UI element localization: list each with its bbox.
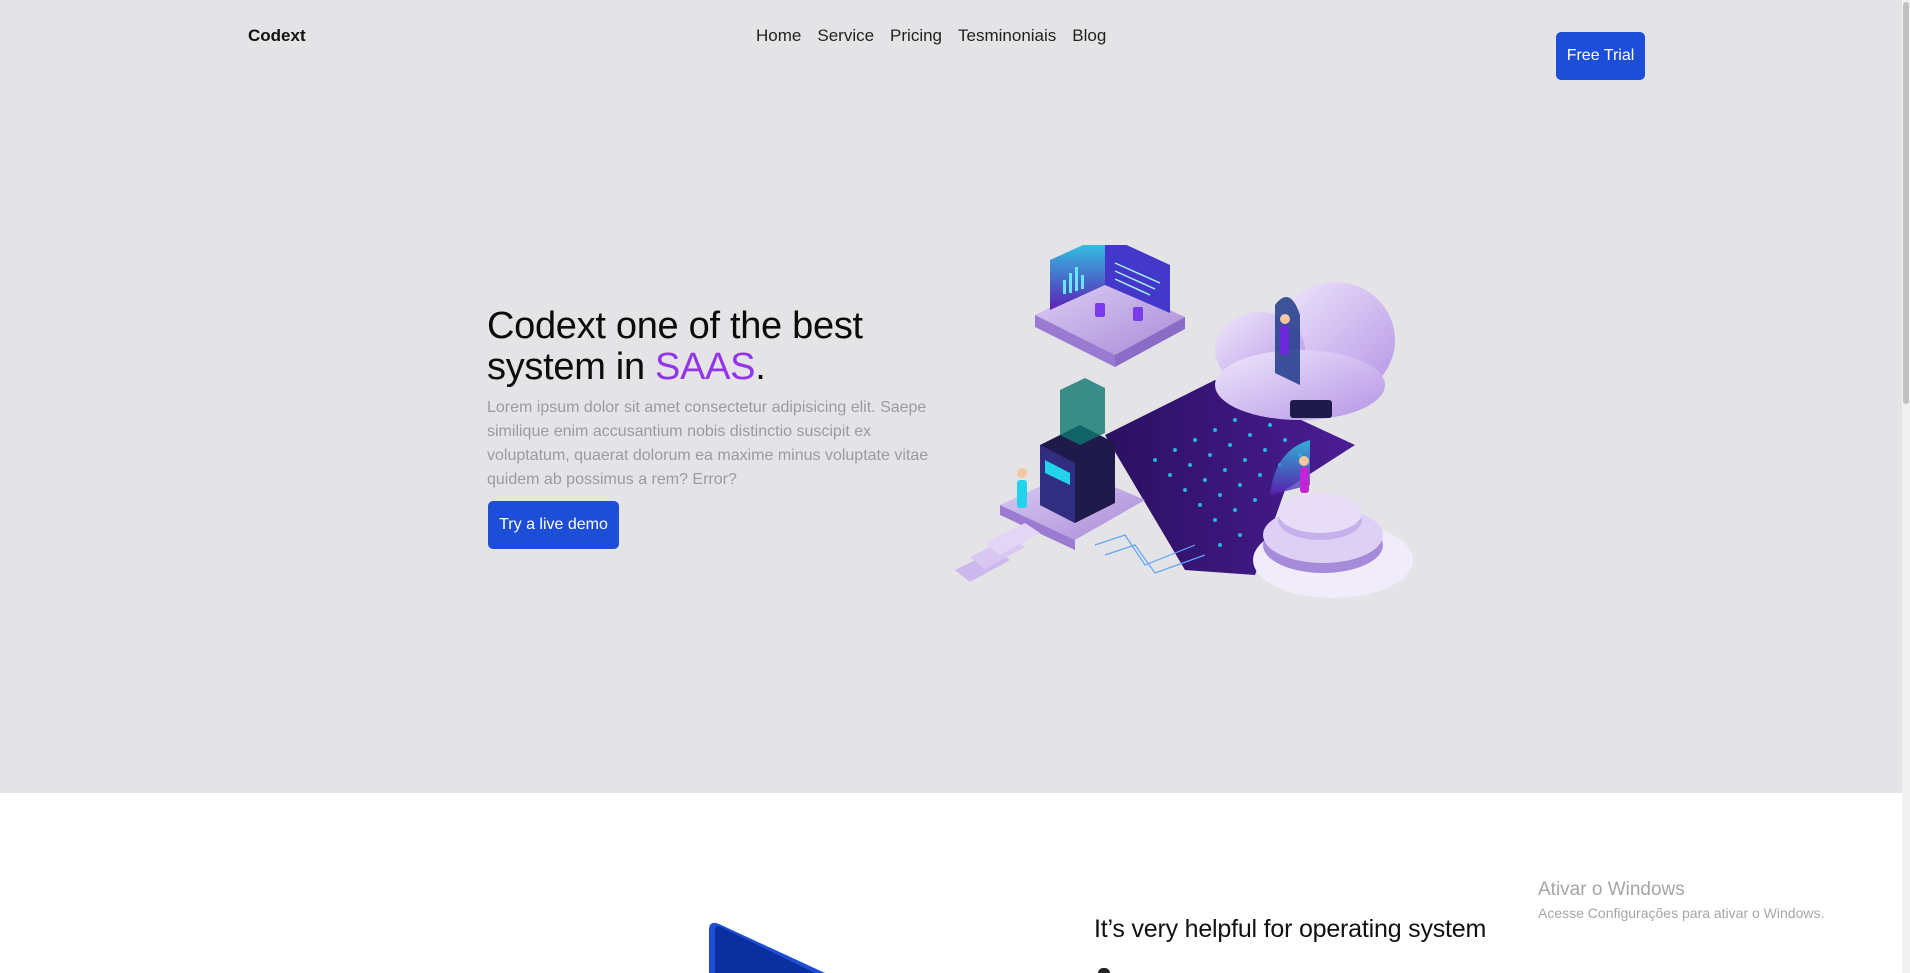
main-nav: Home Service Pricing Tesminoniais Blog	[756, 26, 1106, 46]
nav-pricing[interactable]: Pricing	[890, 26, 942, 46]
isometric-saas-illustration	[955, 245, 1413, 598]
cloud-shape	[1215, 282, 1395, 420]
windows-activation-title: Ativar o Windows	[1538, 879, 1685, 900]
scrollbar-thumb[interactable]	[1903, 2, 1909, 404]
free-trial-button[interactable]: Free Trial	[1556, 32, 1645, 80]
brand-logo[interactable]: Codext	[248, 26, 306, 46]
blue-device-graphic	[709, 922, 825, 973]
hero-title-accent: SAAS	[655, 346, 756, 388]
hero-description: Lorem ipsum dolor sit amet consectetur a…	[487, 399, 929, 488]
nav-blog[interactable]: Blog	[1072, 26, 1106, 46]
hero-section	[0, 0, 1902, 793]
page-scrollbar[interactable]	[1902, 0, 1910, 973]
server-tower	[1040, 378, 1115, 523]
nav-testimonials[interactable]: Tesminoniais	[958, 26, 1056, 46]
nav-home[interactable]: Home	[756, 26, 801, 46]
hero-title-period: .	[755, 346, 766, 388]
live-demo-button[interactable]: Try a live demo	[488, 501, 619, 549]
windows-activation-subtitle: Acesse Configurações para ativar o Windo…	[1538, 905, 1825, 921]
office-platform	[1035, 245, 1185, 367]
features-heading: It’s very helpful for operating system	[1094, 915, 1487, 943]
feature-bullet	[1098, 968, 1110, 973]
hero-title: Codext one of the best system in SAAS.	[487, 306, 907, 388]
nav-service[interactable]: Service	[817, 26, 874, 46]
